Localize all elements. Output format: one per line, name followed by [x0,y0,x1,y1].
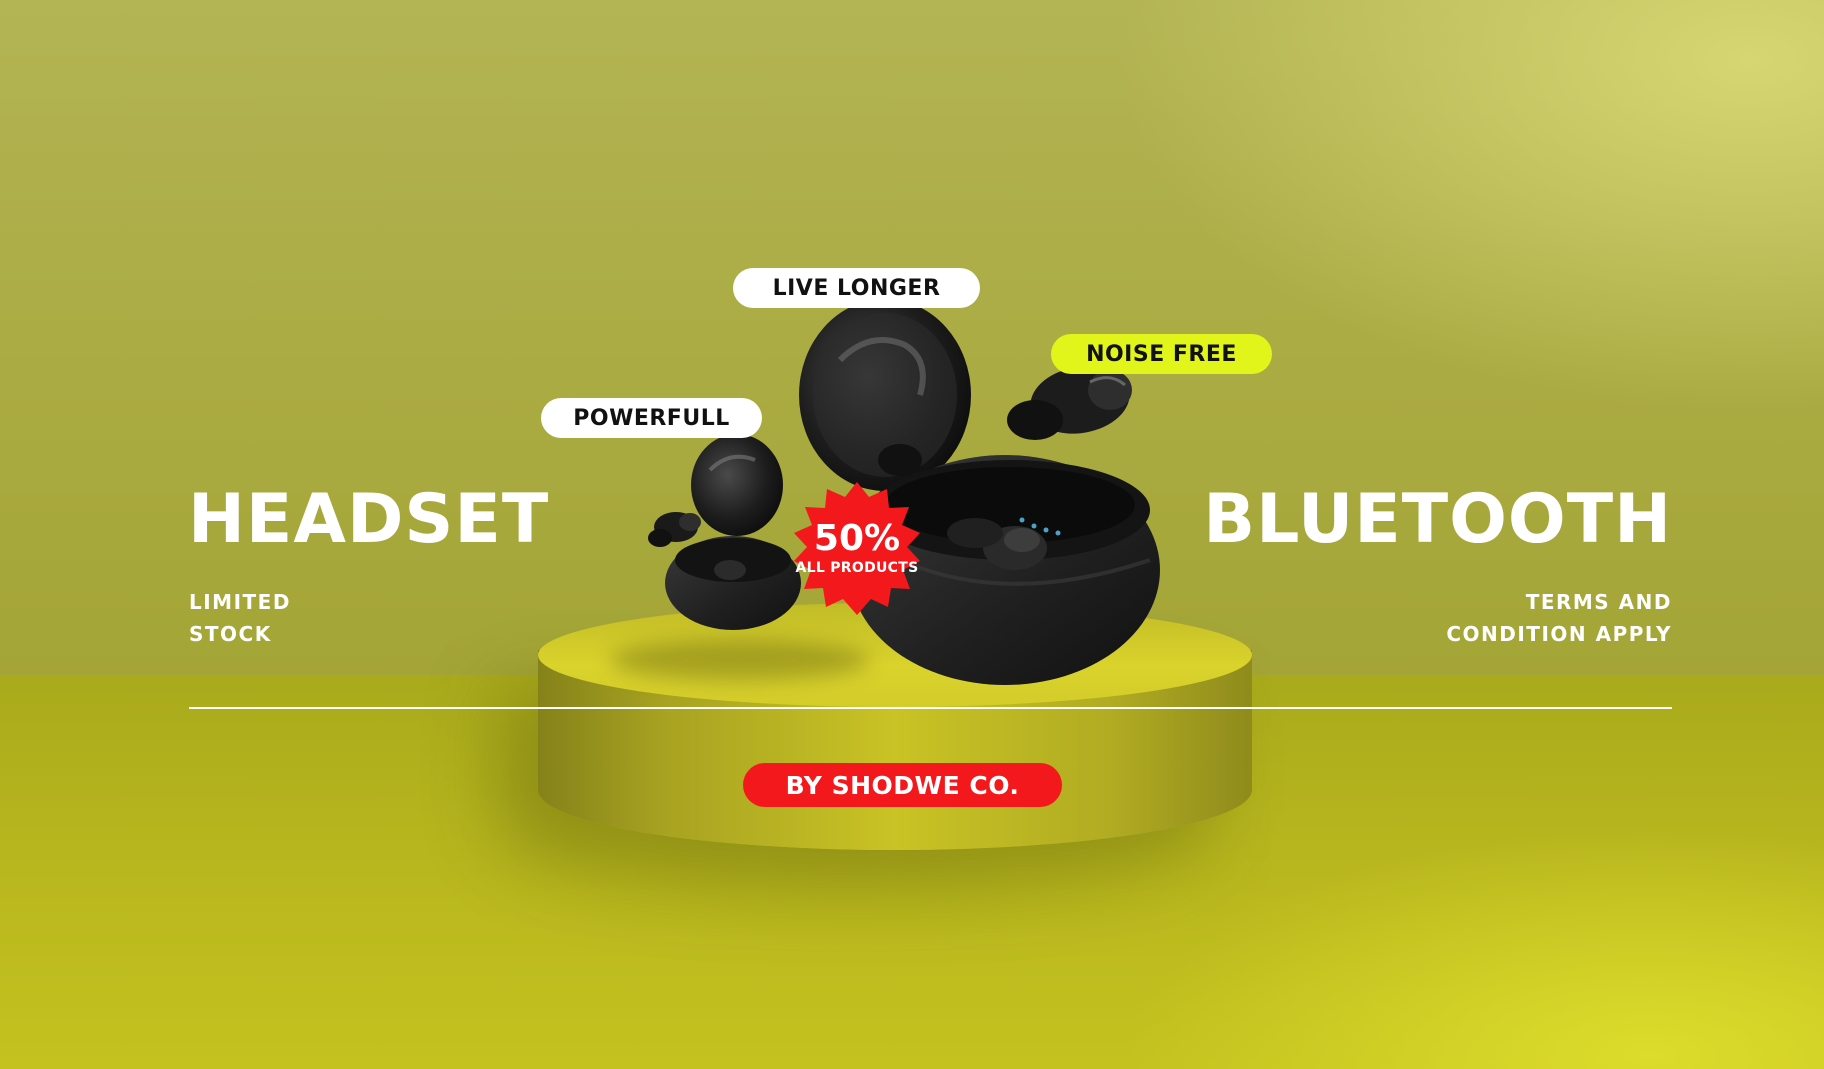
divider-line [189,707,1672,709]
headline-right: BLUETOOTH [1203,480,1672,559]
tag-noise-free: NOISE FREE [1051,334,1272,374]
discount-label: ALL PRODUCTS [795,560,919,576]
discount-badge: 50% ALL PRODUCTS [790,520,924,578]
note-left: LIMITED STOCK [189,586,291,650]
small-case-lid [691,434,783,536]
tag-powerfull: POWERFULL [541,398,762,438]
tag-live-longer: LIVE LONGER [733,268,980,308]
note-left-line: STOCK [189,622,272,646]
brand-badge: BY SHODWE CO. [743,763,1062,807]
note-left-line: LIMITED [189,590,291,614]
note-right: TERMS AND CONDITION APPLY [1446,586,1672,650]
discount-percent: 50% [813,518,901,559]
note-right-line: TERMS AND [1525,590,1672,614]
headline-left: HEADSET [188,480,550,559]
note-right-line: CONDITION APPLY [1446,622,1672,646]
promo-banner: 50% ALL PRODUCTS LIVE LONGER NOISE FREE … [0,0,1824,1069]
